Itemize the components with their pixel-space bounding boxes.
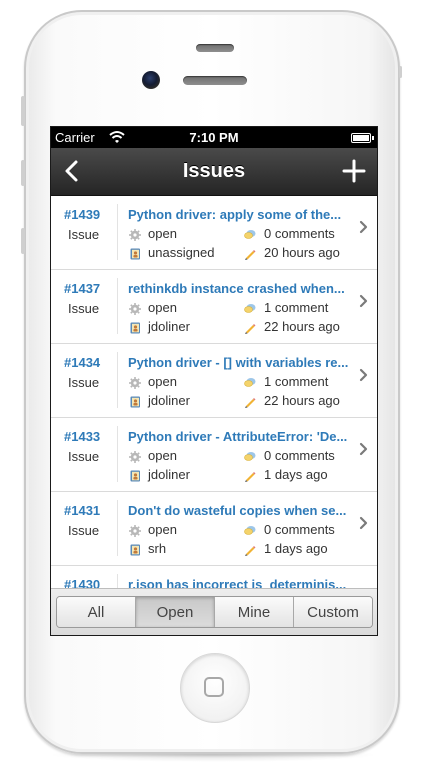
gear-icon xyxy=(129,524,141,537)
issue-row[interactable]: #1439 Issue Python driver: apply some of t… xyxy=(51,196,377,270)
status-bar: Carrier 7:10 PM xyxy=(51,127,377,148)
chevron-right-icon xyxy=(359,442,368,456)
issue-row[interactable]: #1431 Issue Don't do wasteful copies when … xyxy=(51,492,377,566)
issue-row[interactable]: #1433 Issue Python driver - AttributeError… xyxy=(51,418,377,492)
issue-title: Python driver - [] with variables re... xyxy=(128,355,349,370)
issue-row[interactable]: #1430 r.json has incorrect is_determinis.… xyxy=(51,566,377,588)
issue-row[interactable]: #1437 Issue rethinkdb instance crashed whe… xyxy=(51,270,377,344)
issue-number: #1430 xyxy=(64,577,101,588)
comment-icon xyxy=(244,450,256,462)
front-camera xyxy=(142,71,160,89)
issue-title: Python driver: apply some of the... xyxy=(128,207,342,222)
issue-row[interactable]: #1434 Issue Python driver - [] with variab… xyxy=(51,344,377,418)
filter-tab-custom[interactable]: Custom xyxy=(294,597,372,627)
contact-icon xyxy=(129,395,141,408)
power-button xyxy=(399,66,402,78)
filter-tab-open[interactable]: Open xyxy=(136,597,215,627)
issue-list: #1439 Issue Python driver: apply some of t… xyxy=(51,196,377,588)
issue-updated: 1 days ago xyxy=(264,467,328,482)
issue-state: open xyxy=(148,374,177,389)
battery-icon xyxy=(351,133,374,143)
issue-comments: 1 comment xyxy=(264,300,329,315)
issue-updated: 1 days ago xyxy=(264,541,328,556)
row-divider xyxy=(117,204,118,260)
issue-title: Don't do wasteful copies when se... xyxy=(128,503,347,518)
pencil-icon xyxy=(244,395,256,408)
issue-comments: 0 comments xyxy=(264,226,335,241)
issue-number: #1439 xyxy=(64,207,101,222)
volume-up-button xyxy=(21,160,25,186)
issue-title: Python driver - AttributeError: 'De... xyxy=(128,429,348,444)
issue-type: Issue xyxy=(68,449,100,464)
pencil-icon xyxy=(244,469,256,482)
plus-icon[interactable] xyxy=(341,158,367,184)
earpiece-speaker xyxy=(183,76,247,85)
comment-icon xyxy=(244,302,256,314)
top-speaker xyxy=(196,44,234,52)
issue-updated: 20 hours ago xyxy=(264,245,340,260)
issue-title: rethinkdb instance crashed when... xyxy=(128,281,345,296)
issue-state: open xyxy=(148,448,177,463)
issue-type: Issue xyxy=(68,301,100,316)
issue-type: Issue xyxy=(68,523,100,538)
contact-icon xyxy=(129,247,141,260)
chevron-right-icon xyxy=(359,220,368,234)
issue-assignee: unassigned xyxy=(148,245,215,260)
pencil-icon xyxy=(244,247,256,260)
issue-assignee: jdoliner xyxy=(148,319,190,334)
comment-icon xyxy=(244,376,256,388)
issue-assignee: jdoliner xyxy=(148,467,190,482)
gear-icon xyxy=(129,376,141,389)
issue-number: #1433 xyxy=(64,429,101,444)
row-divider xyxy=(117,574,118,588)
gear-icon xyxy=(129,450,141,463)
filter-bar: All Open Mine Custom xyxy=(51,588,377,635)
contact-icon xyxy=(129,543,141,556)
gear-icon xyxy=(129,302,141,315)
home-button[interactable] xyxy=(180,653,250,723)
issue-comments: 0 comments xyxy=(264,448,335,463)
row-divider xyxy=(117,500,118,556)
issue-assignee: srh xyxy=(148,541,167,556)
issue-comments: 1 comment xyxy=(264,374,329,389)
chevron-right-icon xyxy=(359,294,368,308)
contact-icon xyxy=(129,469,141,482)
issue-state: open xyxy=(148,522,177,537)
volume-down-button xyxy=(21,228,25,254)
row-divider xyxy=(117,352,118,408)
issue-type: Issue xyxy=(68,375,100,390)
issue-number: #1434 xyxy=(64,355,101,370)
navigation-bar: Issues xyxy=(51,148,377,196)
issue-state: open xyxy=(148,226,177,241)
issue-number: #1437 xyxy=(64,281,101,296)
issue-comments: 0 comments xyxy=(264,522,335,537)
status-time: 7:10 PM xyxy=(189,130,239,145)
pencil-icon xyxy=(244,543,256,556)
row-divider xyxy=(117,426,118,482)
chevron-right-icon xyxy=(359,368,368,382)
filter-tab-mine[interactable]: Mine xyxy=(215,597,294,627)
page-title: Issues xyxy=(182,160,246,182)
gear-icon xyxy=(129,228,141,241)
mute-switch xyxy=(21,96,25,126)
filter-segmented-control: All Open Mine Custom xyxy=(56,596,373,628)
issue-number: #1431 xyxy=(64,503,101,518)
home-square-icon xyxy=(204,677,224,697)
issue-assignee: jdoliner xyxy=(148,393,190,408)
filter-tab-all[interactable]: All xyxy=(57,597,136,627)
contact-icon xyxy=(129,321,141,334)
chevron-right-icon xyxy=(359,516,368,530)
issue-updated: 22 hours ago xyxy=(264,319,340,334)
pencil-icon xyxy=(244,321,256,334)
issue-type: Issue xyxy=(68,227,100,242)
screen: Carrier 7:10 PM Issues #1439 Issue Python … xyxy=(50,126,378,636)
comment-icon xyxy=(244,228,256,240)
comment-icon xyxy=(244,524,256,536)
issue-updated: 22 hours ago xyxy=(264,393,340,408)
row-divider xyxy=(117,278,118,334)
issue-title: r.json has incorrect is_determinis... xyxy=(128,577,347,588)
issue-state: open xyxy=(148,300,177,315)
